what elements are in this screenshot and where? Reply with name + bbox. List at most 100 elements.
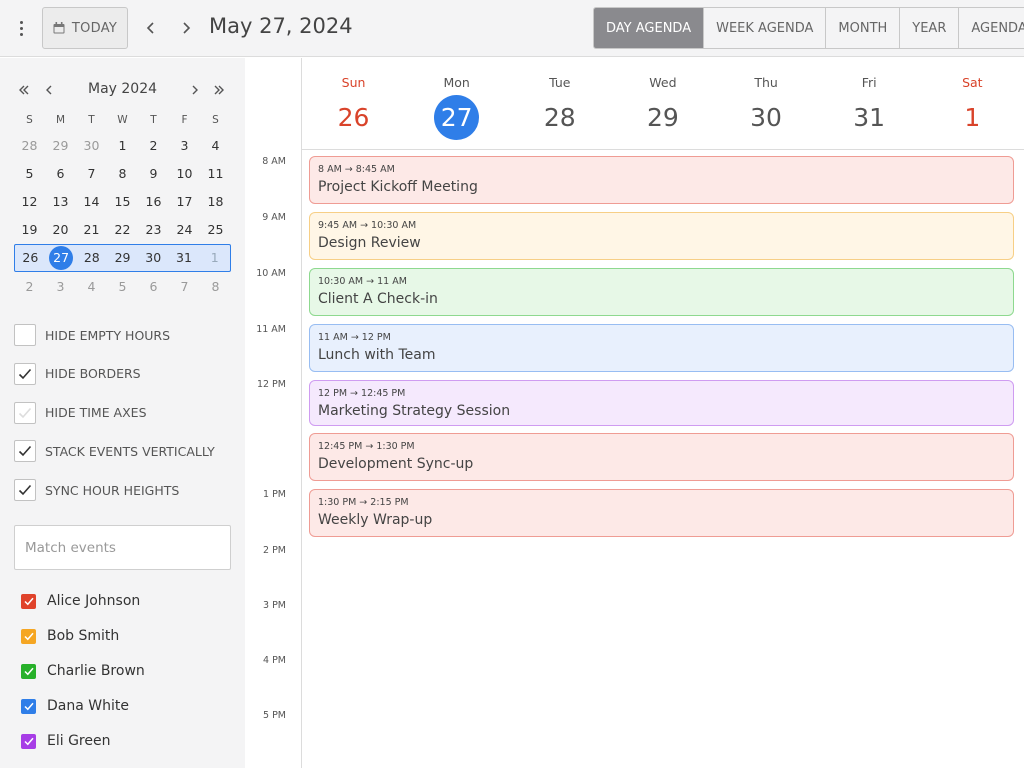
mini-day[interactable]: 1 [199,250,230,265]
event-time: 9:45 AM → 10:30 AM [318,220,417,231]
mini-day[interactable]: 28 [14,138,45,153]
mini-day[interactable]: 12 [14,194,45,209]
mini-day[interactable]: 3 [169,138,200,153]
mini-day[interactable]: 28 [76,250,107,265]
mini-day[interactable]: 3 [45,279,76,294]
event-card[interactable]: 12:45 PM → 1:30 PM Development Sync-up [309,433,1014,481]
match-events-input[interactable] [14,525,231,570]
mini-day[interactable]: 2 [138,138,169,153]
mini-week-row: 26 27 28 29 30 31 1 [14,243,231,272]
person-checkbox[interactable] [21,593,36,609]
mini-day[interactable]: 29 [107,250,138,265]
mini-day[interactable]: 22 [107,222,138,237]
mini-day[interactable]: 19 [14,222,45,237]
next-day-button[interactable] [174,16,198,40]
person-name: Alice Johnson [47,593,141,609]
mini-day[interactable]: 30 [76,138,107,153]
mini-day[interactable]: 11 [200,166,231,181]
mini-day[interactable]: 4 [200,138,231,153]
view-day-agenda-button[interactable]: DAY AGENDA [594,8,704,48]
view-month-button[interactable]: MONTH [825,8,899,48]
option-label: HIDE EMPTY HOURS [45,327,171,343]
person-filter-item[interactable]: Eli Green [21,731,145,751]
time-axis: 8 AM 9 AM 10 AM 11 AM 12 PM 1 PM 2 PM 3 PM 4 PM 5… [245,58,302,768]
person-filter-item[interactable]: Dana White [21,696,145,716]
mini-day[interactable]: 18 [200,194,231,209]
option-checkbox[interactable] [14,440,36,463]
mini-day[interactable]: 30 [138,250,169,265]
mini-day[interactable]: 31 [169,250,200,265]
view-week-agenda-button[interactable]: WEEK AGENDA [703,8,825,48]
event-card[interactable]: 8 AM → 8:45 AM Project Kickoff Meeting [309,156,1014,204]
mini-day[interactable]: 29 [45,138,76,153]
option-hide-empty-hours[interactable]: HIDE EMPTY HOURS [14,324,234,346]
event-card[interactable]: 12 PM → 12:45 PM Marketing Strategy Sessi… [309,380,1014,426]
mini-day[interactable]: 25 [200,222,231,237]
mini-day[interactable]: 8 [200,279,231,294]
mini-day[interactable]: 24 [169,222,200,237]
option-checkbox[interactable] [14,401,36,424]
option-checkbox[interactable] [14,479,36,502]
option-sync-hour-heights[interactable]: SYNC HOUR HEIGHTS [14,479,234,502]
more-menu-icon[interactable] [12,18,30,38]
mini-day[interactable]: 14 [76,194,107,209]
mini-day[interactable]: 20 [45,222,76,237]
mini-day[interactable]: 6 [45,166,76,181]
mini-day[interactable]: 26 [15,250,46,265]
next-year-button[interactable] [209,80,229,100]
day-header-sun[interactable]: Sun 26 [302,58,405,149]
person-name: Charlie Brown [47,663,145,679]
event-time: 1:30 PM → 2:15 PM [318,497,409,508]
option-hide-borders[interactable]: HIDE BORDERS [14,362,234,385]
option-hide-time-axes[interactable]: HIDE TIME AXES [14,401,234,424]
chevron-left-icon [146,22,154,34]
day-header-thu[interactable]: Thu 30 [715,58,818,149]
day-header-mon[interactable]: Mon 27 [405,58,508,149]
mini-day[interactable]: 13 [45,194,76,209]
day-name: Sat [962,75,983,90]
option-checkbox[interactable] [14,362,36,385]
mini-day[interactable]: 23 [138,222,169,237]
mini-day[interactable]: 5 [107,279,138,294]
mini-day[interactable]: 15 [107,194,138,209]
mini-day[interactable]: 5 [14,166,45,181]
person-checkbox[interactable] [21,698,36,714]
option-stack-events-vertically[interactable]: STACK EVENTS VERTICALLY [14,440,234,463]
mini-day[interactable]: 7 [169,279,200,294]
mini-day[interactable]: 4 [76,279,107,294]
mini-day[interactable]: 1 [107,138,138,153]
day-number: 31 [853,102,886,132]
mini-day[interactable]: 2 [14,279,45,294]
view-year-button[interactable]: YEAR [899,8,958,48]
mini-day[interactable]: 27 [46,245,77,270]
event-card[interactable]: 1:30 PM → 2:15 PM Weekly Wrap-up [309,489,1014,537]
mini-day[interactable]: 8 [107,166,138,181]
option-checkbox[interactable] [14,324,36,346]
today-button[interactable]: TODAY [42,7,128,49]
day-header-fri[interactable]: Fri 31 [818,58,921,149]
mini-day[interactable]: 21 [76,222,107,237]
view-agenda-button[interactable]: AGENDA [958,8,1024,48]
mini-day[interactable]: 17 [169,194,200,209]
event-card[interactable]: 11 AM → 12 PM Lunch with Team [309,324,1014,372]
next-month-button[interactable] [185,80,205,100]
event-card[interactable]: 10:30 AM → 11 AM Client A Check-in [309,268,1014,316]
mini-day[interactable]: 7 [76,166,107,181]
day-header-tue[interactable]: Tue 28 [508,58,611,149]
person-checkbox[interactable] [21,663,36,679]
time-axis-label: 11 AM [256,324,286,335]
day-header-sat[interactable]: Sat 1 [921,58,1024,149]
person-checkbox[interactable] [21,628,36,644]
mini-day[interactable]: 6 [138,279,169,294]
mini-day[interactable]: 16 [138,194,169,209]
mini-day[interactable]: 9 [138,166,169,181]
event-card[interactable]: 9:45 AM → 10:30 AM Design Review [309,212,1014,260]
weekday-label: S [26,114,33,126]
person-filter-item[interactable]: Bob Smith [21,626,145,646]
person-filter-item[interactable]: Charlie Brown [21,661,145,681]
prev-day-button[interactable] [139,16,163,40]
person-checkbox[interactable] [21,733,36,749]
day-header-wed[interactable]: Wed 29 [611,58,714,149]
mini-day[interactable]: 10 [169,166,200,181]
person-filter-item[interactable]: Alice Johnson [21,591,145,611]
